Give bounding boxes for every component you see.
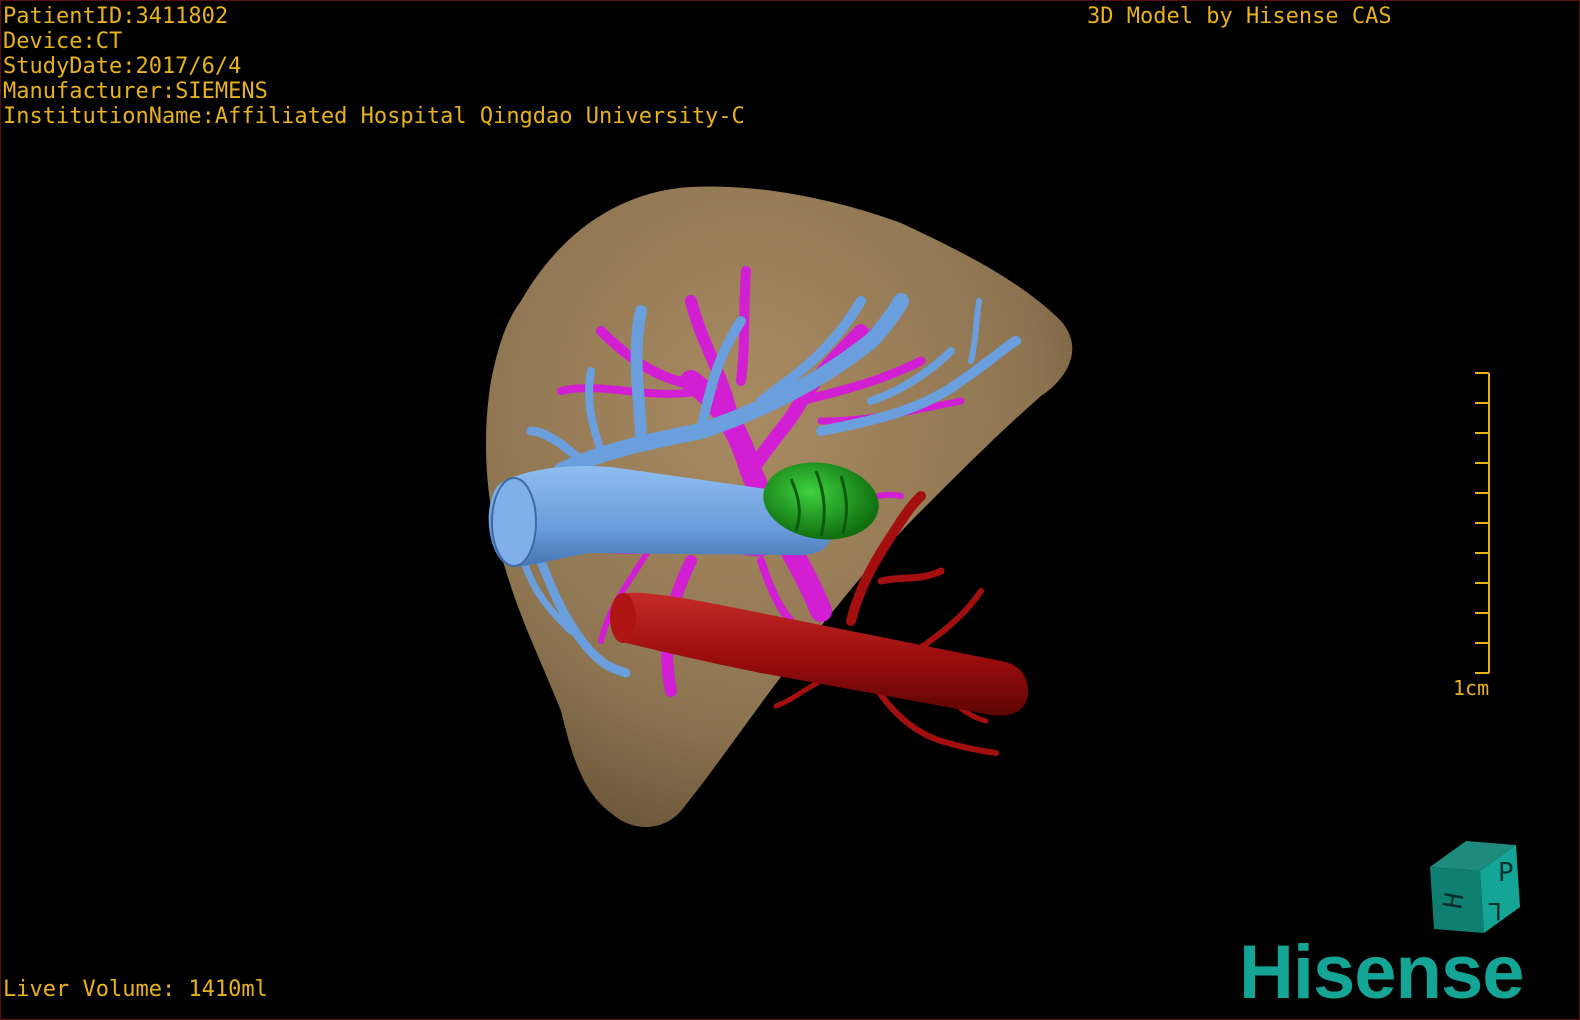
institution-name: InstitutionName:Affiliated Hospital Qing… bbox=[3, 104, 745, 129]
orientation-cube-icon[interactable]: P H L bbox=[1426, 833, 1536, 943]
patient-id: PatientID:3411802 bbox=[3, 4, 229, 29]
liver-volume: Liver Volume: 1410ml bbox=[3, 977, 268, 1002]
scale-bar bbox=[1475, 372, 1490, 674]
cube-face-p: P bbox=[1498, 858, 1514, 888]
liver-3d-model[interactable] bbox=[1, 1, 1580, 1020]
patient-info: PatientID:3411802 Device:CT StudyDate:2017… bbox=[3, 4, 745, 129]
scale-label: 1cm bbox=[1453, 676, 1490, 700]
manufacturer-label: Manufacturer:SIEMENS bbox=[3, 79, 268, 104]
device-label: Device:CT bbox=[3, 29, 123, 54]
model-watermark: 3D Model by Hisense CAS bbox=[1087, 4, 1392, 29]
study-date: StudyDate:2017/6/4 bbox=[3, 54, 242, 79]
hisense-logo: Hisense bbox=[1239, 930, 1525, 1015]
3d-viewport[interactable]: PatientID:3411802 Device:CT StudyDate:2017… bbox=[0, 0, 1580, 1020]
cube-face-l: L bbox=[1488, 897, 1502, 925]
